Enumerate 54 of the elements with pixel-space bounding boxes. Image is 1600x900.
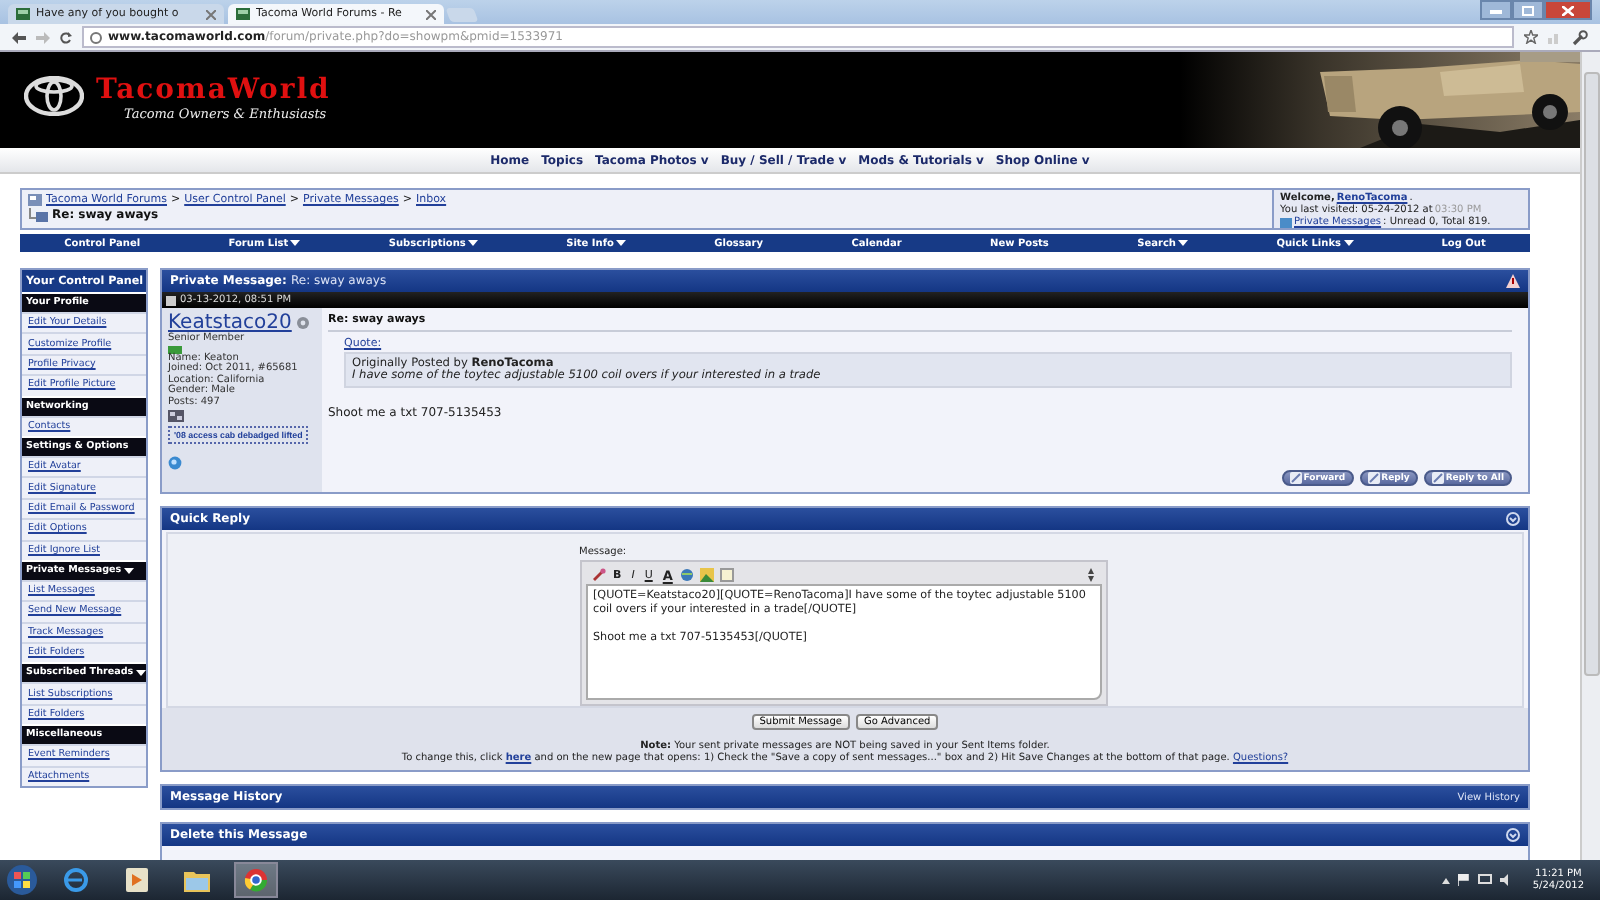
- caret-icon: [615, 240, 626, 246]
- caret-icon: [1177, 240, 1188, 246]
- site-icon: [236, 8, 250, 20]
- scrollbar[interactable]: [1580, 52, 1600, 860]
- globe-icon[interactable]: [680, 568, 695, 582]
- caret-icon: [290, 240, 301, 246]
- status-icon: [295, 316, 310, 330]
- pencil-icon: [1289, 472, 1302, 484]
- start-button[interactable]: [6, 864, 38, 896]
- pencil-icon: [1431, 472, 1444, 484]
- wrench-icon[interactable]: [1572, 29, 1588, 45]
- caret-icon: [1343, 240, 1354, 246]
- reputation-icon: [168, 345, 182, 354]
- maximize-button[interactable]: [1512, 0, 1544, 20]
- pencil-icon: [1367, 472, 1380, 484]
- browser-icon: [244, 868, 268, 892]
- page-icon: [90, 31, 102, 43]
- post-icon: [166, 295, 176, 305]
- resize-icon[interactable]: [1087, 568, 1093, 582]
- chat-icon[interactable]: [168, 455, 182, 470]
- collapse-icon[interactable]: [1506, 512, 1520, 526]
- reload-icon[interactable]: [60, 31, 72, 43]
- emblem-icon: [24, 76, 84, 116]
- maximize-icon: [1522, 5, 1534, 15]
- close-button[interactable]: [1544, 0, 1592, 20]
- globe-icon: [64, 868, 88, 892]
- author-name[interactable]: Keatstaco20: [168, 312, 292, 334]
- album-icon: [168, 409, 184, 422]
- taskbar-app[interactable]: [234, 862, 278, 898]
- tray-arrow-icon[interactable]: [1442, 877, 1451, 883]
- forum-icon: [28, 194, 42, 206]
- messages-icon: [1280, 217, 1292, 227]
- flag-icon[interactable]: [1458, 874, 1471, 886]
- close-icon: [1562, 5, 1574, 15]
- caret-icon: [135, 670, 146, 677]
- site-logo-title: TacomaWorld: [96, 76, 331, 106]
- warning-icon[interactable]: [1506, 274, 1520, 288]
- site-icon: [16, 8, 30, 20]
- back-icon[interactable]: [12, 31, 26, 43]
- folder-icon: [183, 869, 209, 891]
- collapse-icon[interactable]: [1506, 828, 1520, 842]
- image-icon[interactable]: [700, 568, 715, 582]
- minimize-icon: [1490, 7, 1502, 13]
- player-icon: [125, 868, 147, 892]
- close-icon[interactable]: [206, 9, 216, 19]
- wand-icon[interactable]: [591, 568, 605, 582]
- star-icon[interactable]: [1524, 30, 1538, 44]
- thread-icon: [28, 208, 48, 222]
- network-icon[interactable]: [1478, 874, 1493, 886]
- speaker-icon[interactable]: [1500, 874, 1513, 886]
- caret-icon: [123, 567, 134, 574]
- close-icon[interactable]: [426, 9, 436, 19]
- caret-icon: [467, 240, 478, 246]
- minimize-button[interactable]: [1480, 0, 1512, 20]
